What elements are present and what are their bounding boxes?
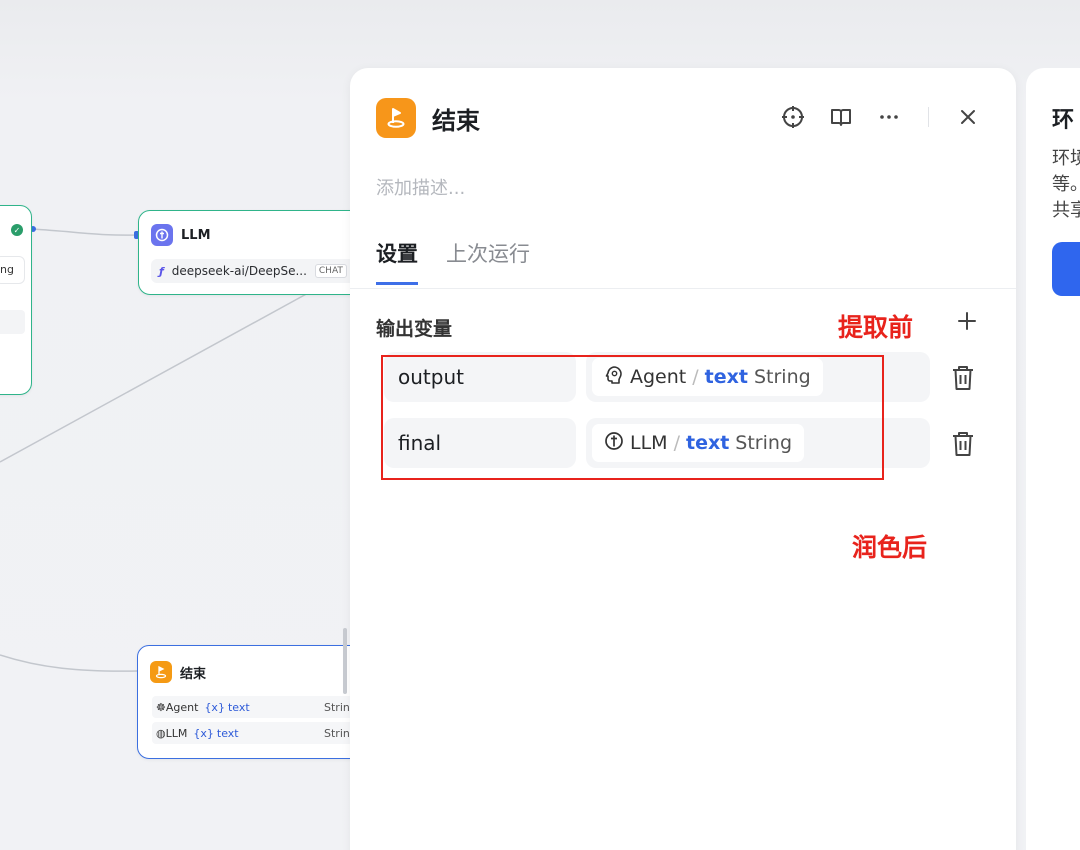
end-node-title: 结束 xyxy=(180,666,207,682)
end-icon xyxy=(150,661,172,683)
model-type-tag: CHAT xyxy=(314,264,347,278)
delete-output-button[interactable] xyxy=(950,364,976,392)
trash-icon xyxy=(953,432,973,456)
panel-header: 结束 xyxy=(376,98,480,138)
description-input[interactable]: 添加描述... xyxy=(376,174,465,200)
panel-title[interactable]: 结束 xyxy=(432,101,480,136)
end-row-var: text xyxy=(216,726,239,740)
end-node-header: 结束 xyxy=(150,661,206,683)
tab-last-run[interactable]: 上次运行 xyxy=(446,238,530,285)
annotation-after: 润色后 xyxy=(852,533,928,562)
edge-left-to-llm xyxy=(31,228,139,236)
panel-actions xyxy=(780,104,981,130)
end-row-type: Strin xyxy=(324,726,350,740)
locate-icon[interactable] xyxy=(780,104,806,130)
llm-icon xyxy=(151,224,173,246)
tabs-divider xyxy=(350,288,1016,289)
side-panel-text: 环境 等。 共享 xyxy=(1052,146,1080,224)
side-panel-line: 共享 xyxy=(1052,200,1080,221)
plus-icon xyxy=(958,312,976,330)
node-field-placeholder xyxy=(0,310,25,334)
end-row-source: LLM xyxy=(165,726,188,740)
llm-node-title: LLM xyxy=(181,227,211,243)
node-field-fragment: ng xyxy=(0,256,25,284)
end-node[interactable]: 结束 ☸ Agent {x} text Strin ◍ LLM {x} text… xyxy=(137,645,382,759)
end-row-var-prefix: {x} xyxy=(193,726,214,740)
panel-tabs: 设置 上次运行 xyxy=(376,238,530,285)
add-output-button[interactable] xyxy=(956,310,978,336)
annotation-highlight-box xyxy=(381,355,884,480)
side-panel-line: 环境 xyxy=(1052,148,1080,169)
end-row-var: text xyxy=(227,700,250,714)
side-panel-line: 等。 xyxy=(1052,174,1080,195)
output-variables-title: 输出变量 xyxy=(376,318,453,340)
end-node-row: ◍ LLM {x} text Strin xyxy=(152,722,382,744)
success-check-icon: ✓ xyxy=(11,224,23,236)
side-panel-title: 环 xyxy=(1052,108,1075,133)
agent-icon: ☸ xyxy=(156,700,166,714)
tab-settings[interactable]: 设置 xyxy=(376,238,418,285)
end-row-source: Agent xyxy=(165,700,199,714)
edge-to-panel xyxy=(0,291,311,463)
annotation-before: 提取前 xyxy=(838,313,914,342)
model-provider-icon: ƒ xyxy=(159,264,164,278)
llm-node-header: LLM xyxy=(151,224,211,246)
partial-node-left[interactable]: ✓ ng xyxy=(0,205,32,395)
close-icon[interactable] xyxy=(955,104,981,130)
delete-output-button[interactable] xyxy=(950,430,976,458)
edge-to-end xyxy=(0,654,138,672)
canvas-scrollbar[interactable] xyxy=(343,628,347,694)
more-icon[interactable] xyxy=(876,104,902,130)
end-node-row: ☸ Agent {x} text Strin xyxy=(152,696,382,718)
docs-book-icon[interactable] xyxy=(828,104,854,130)
trash-icon xyxy=(953,366,973,390)
end-row-var-prefix: {x} xyxy=(204,700,225,714)
side-panel-button[interactable] xyxy=(1052,242,1080,296)
llm-model-name: deepseek-ai/DeepSe... xyxy=(171,264,307,278)
end-icon xyxy=(376,98,416,138)
header-divider xyxy=(928,107,929,127)
end-row-type: Strin xyxy=(324,700,350,714)
llm-small-icon: ◍ xyxy=(156,726,166,740)
llm-node[interactable]: LLM ƒ deepseek-ai/DeepSe... CHAT xyxy=(138,210,391,295)
side-panel: 环 环境 等。 共享 xyxy=(1026,68,1080,850)
